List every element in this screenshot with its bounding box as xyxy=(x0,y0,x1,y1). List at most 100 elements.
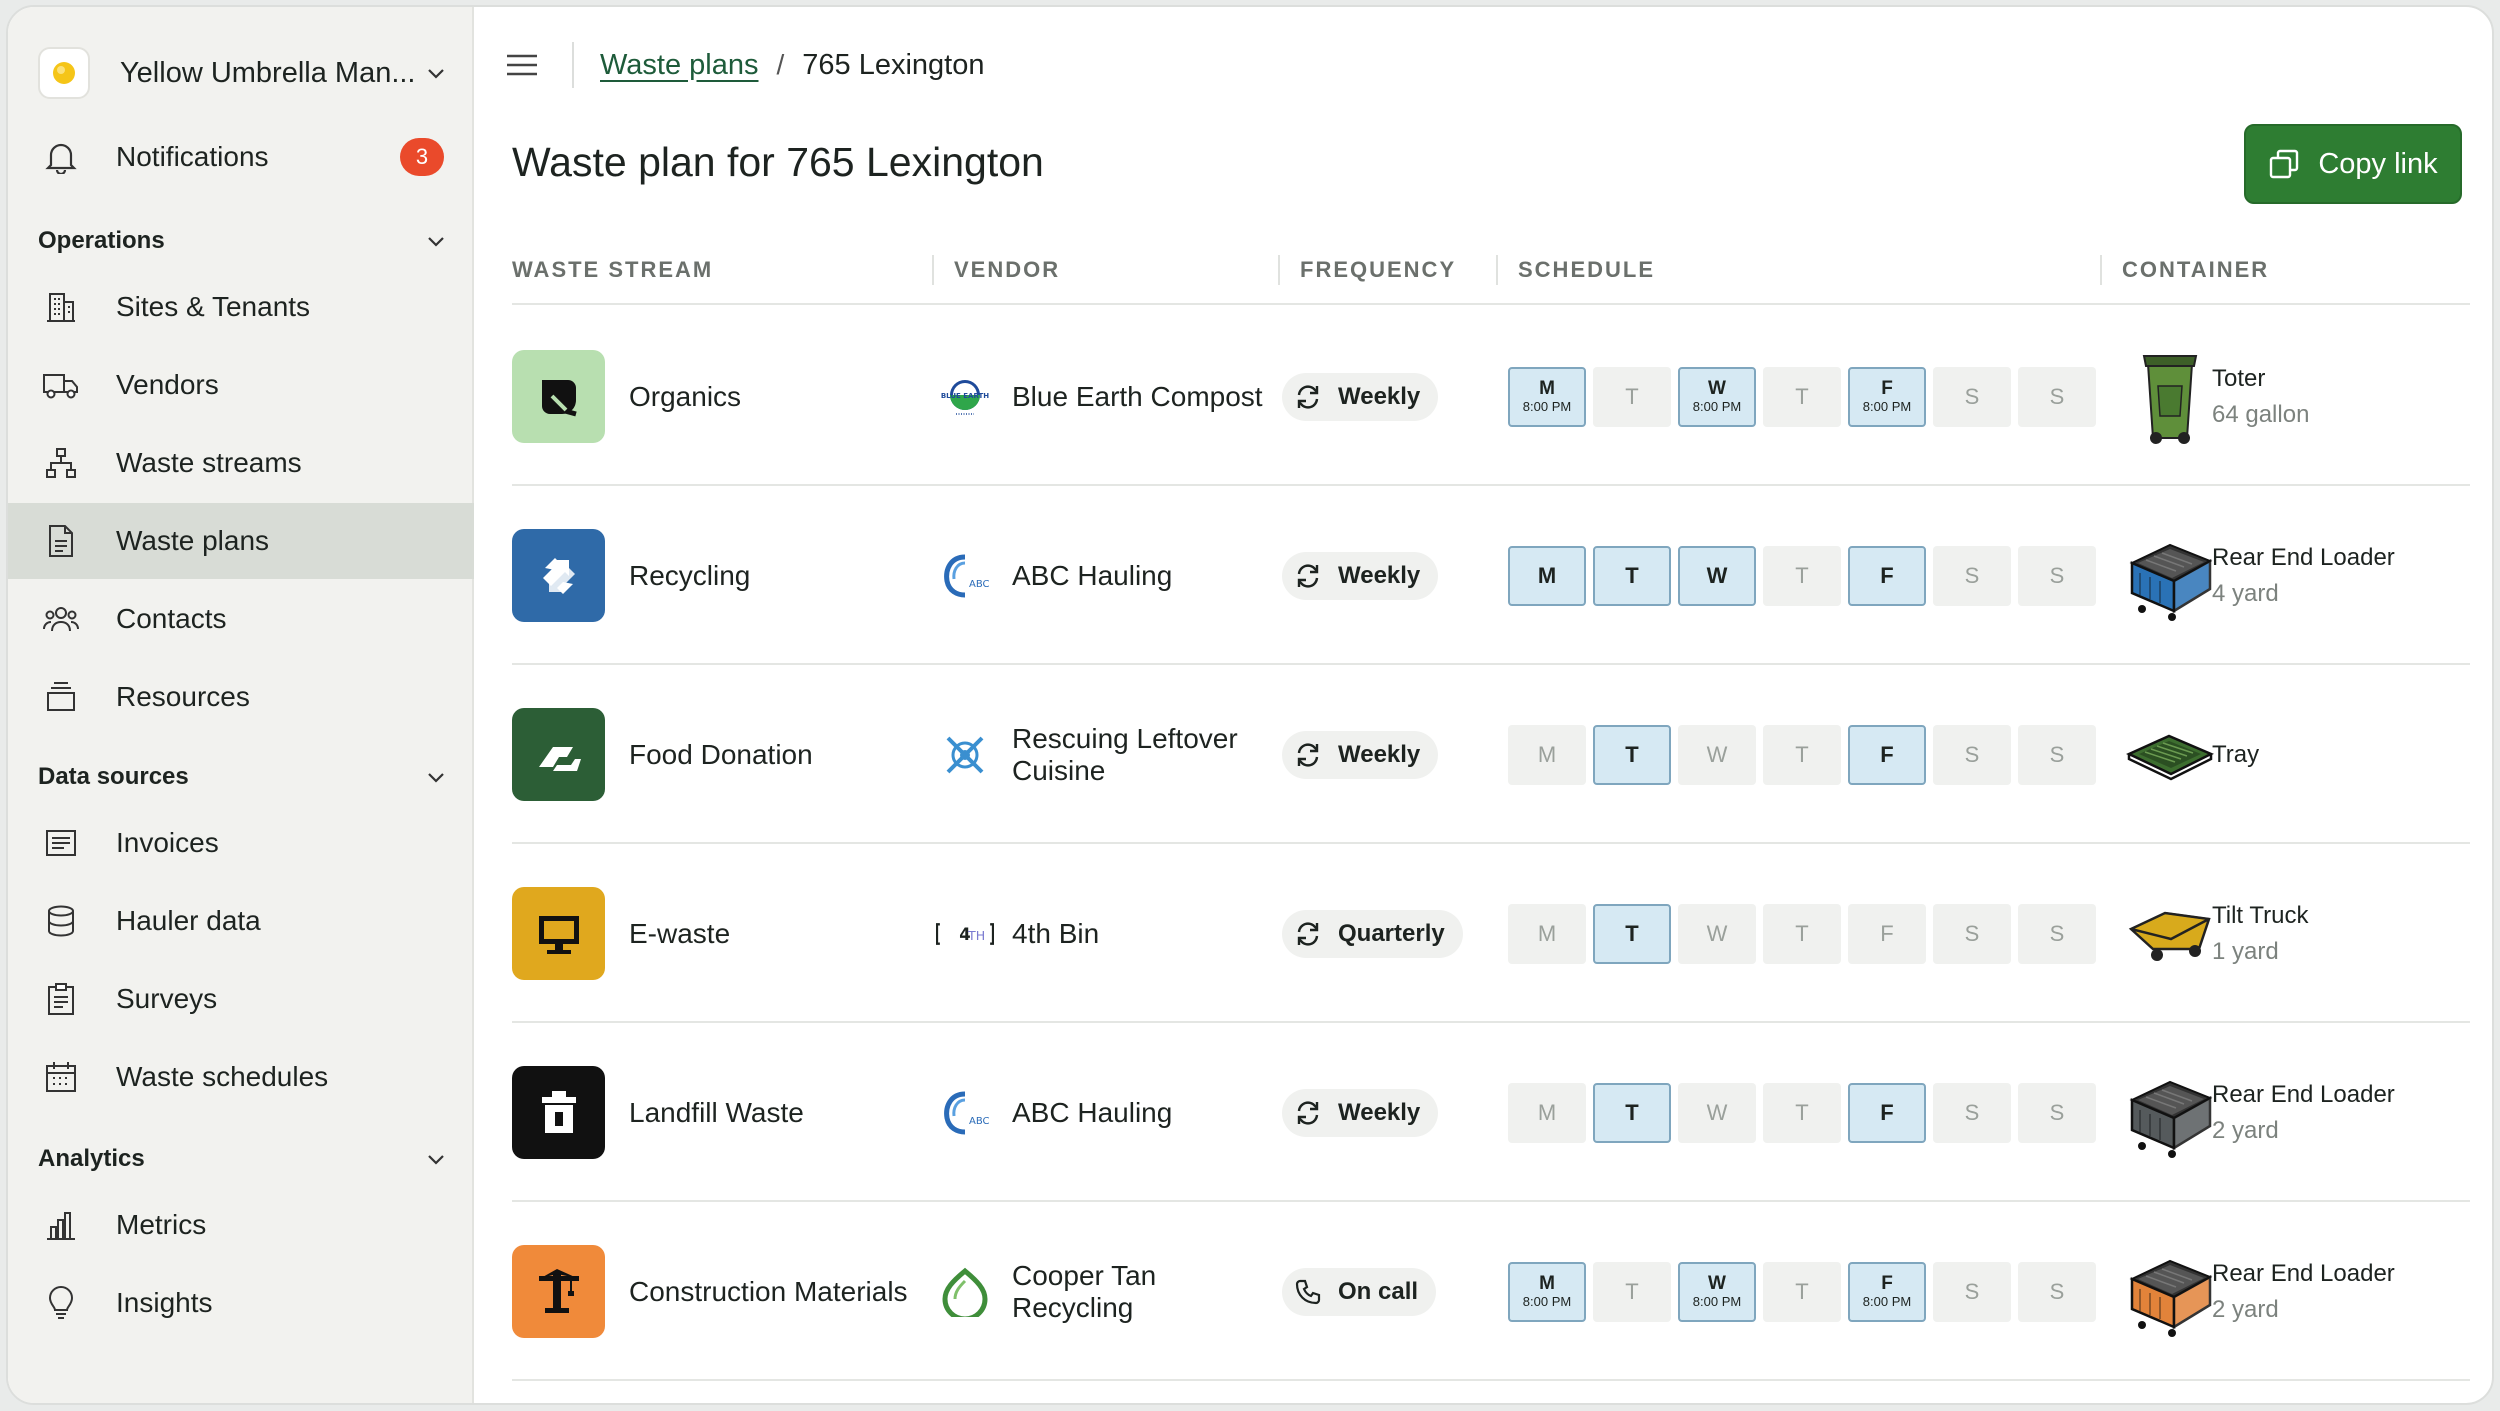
table-row[interactable]: Construction Materials Cooper Tan Recycli… xyxy=(512,1202,2470,1381)
table-row[interactable]: E-waste 4 TH 4th Bin Quarterly M T W T F S S Tilt Tr… xyxy=(512,844,2470,1023)
section-operations[interactable]: Operations xyxy=(38,221,448,261)
schedule-day[interactable]: S xyxy=(2018,904,2096,964)
breadcrumb-link-waste-plans[interactable]: Waste plans xyxy=(600,49,759,82)
schedule-day[interactable]: W 8:00 PM xyxy=(1678,367,1756,427)
waste-stream-name[interactable]: Construction Materials xyxy=(629,1202,908,1381)
schedule-day[interactable]: T xyxy=(1763,1262,1841,1322)
schedule-day[interactable]: S xyxy=(2018,367,2096,427)
schedule-day[interactable]: M 8:00 PM xyxy=(1508,367,1586,427)
schedule-day[interactable]: T xyxy=(1593,904,1671,964)
schedule-day[interactable]: T xyxy=(1593,1262,1671,1322)
org-switcher[interactable]: Yellow Umbrella Man... xyxy=(38,41,448,105)
frequency-pill[interactable]: Weekly xyxy=(1282,373,1439,421)
sidebar-item-waste-schedules[interactable]: Waste schedules xyxy=(8,1039,474,1115)
section-analytics[interactable]: Analytics xyxy=(38,1139,448,1179)
day-letter: F xyxy=(1880,742,1894,767)
schedule-day[interactable]: S xyxy=(1933,1262,2011,1322)
frequency-pill[interactable]: Weekly xyxy=(1282,552,1439,600)
sidebar-item-label: Insights xyxy=(116,1287,213,1318)
sidebar-item-vendors[interactable]: Vendors xyxy=(8,347,474,423)
sidebar-item-metrics[interactable]: Metrics xyxy=(8,1187,474,1263)
copy-link-button[interactable]: Copy link xyxy=(2244,124,2462,204)
container-info[interactable]: Rear End Loader 2 yard xyxy=(2212,1023,2395,1202)
schedule-day[interactable]: W xyxy=(1678,546,1756,606)
waste-stream-name[interactable]: Organics xyxy=(629,307,741,486)
vendor-name[interactable]: ABC Hauling xyxy=(1012,1023,1272,1202)
vendor-name[interactable]: Cooper Tan Recycling xyxy=(1012,1202,1272,1381)
container-info[interactable]: Tilt Truck 1 yard xyxy=(2212,844,2308,1023)
container-info[interactable]: Toter 64 gallon xyxy=(2212,307,2309,486)
frequency-pill[interactable]: Weekly xyxy=(1282,1089,1439,1137)
schedule-day[interactable]: M xyxy=(1508,546,1586,606)
schedule-day[interactable]: T xyxy=(1593,546,1671,606)
schedule-day[interactable]: T xyxy=(1763,1083,1841,1143)
schedule-day[interactable]: S xyxy=(2018,725,2096,785)
frequency-pill[interactable]: Weekly xyxy=(1282,731,1439,779)
schedule-day[interactable]: T xyxy=(1763,904,1841,964)
container-size: 2 yard xyxy=(2212,1116,2279,1144)
hierarchy-icon xyxy=(40,442,82,484)
frequency-pill[interactable]: Quarterly xyxy=(1282,910,1463,958)
schedule-day[interactable]: F xyxy=(1848,725,1926,785)
schedule-day[interactable]: T xyxy=(1593,725,1671,785)
table-row[interactable]: Organics BLUE EARTH Blue Earth Compost Week… xyxy=(512,307,2470,486)
container-info[interactable]: Rear End Loader 2 yard xyxy=(2212,1202,2395,1381)
waste-stream-name[interactable]: Recycling xyxy=(629,486,750,665)
waste-stream-name[interactable]: E-waste xyxy=(629,844,730,1023)
container-info[interactable]: Tray xyxy=(2212,665,2259,844)
table-row[interactable]: Recycling ABC ABC Hauling Weekly M T W T F S S Rear… xyxy=(512,486,2470,665)
vendor-name[interactable]: 4th Bin xyxy=(1012,844,1272,1023)
schedule-day[interactable]: S xyxy=(1933,904,2011,964)
sidebar-item-resources[interactable]: Resources xyxy=(8,659,474,735)
schedule-day[interactable]: S xyxy=(1933,1083,2011,1143)
sidebar-item-surveys[interactable]: Surveys xyxy=(8,961,474,1037)
frequency-pill[interactable]: On call xyxy=(1282,1268,1437,1316)
waste-stream-name[interactable]: Food Donation xyxy=(629,665,813,844)
sidebar-item-invoices[interactable]: Invoices xyxy=(8,805,474,881)
sidebar-item-contacts[interactable]: Contacts xyxy=(8,581,474,657)
table-row[interactable]: Food Donation Rescuing Leftover Cuisine We… xyxy=(512,665,2470,844)
schedule-day[interactable]: S xyxy=(1933,546,2011,606)
section-data-sources[interactable]: Data sources xyxy=(38,757,448,797)
schedule-day[interactable]: S xyxy=(1933,367,2011,427)
schedule-day[interactable]: S xyxy=(2018,1083,2096,1143)
hamburger-menu-icon[interactable] xyxy=(504,50,540,80)
table-row[interactable]: Landfill Waste ABC ABC Hauling Weekly M T W T F S… xyxy=(512,1023,2470,1202)
schedule-day[interactable]: W xyxy=(1678,725,1756,785)
schedule-day[interactable]: T xyxy=(1763,725,1841,785)
schedule-day[interactable]: T xyxy=(1763,546,1841,606)
schedule-day[interactable]: W xyxy=(1678,904,1756,964)
schedule-day[interactable]: T xyxy=(1593,1083,1671,1143)
schedule-day[interactable]: F xyxy=(1848,1083,1926,1143)
sidebar-item-waste-plans[interactable]: Waste plans xyxy=(8,503,474,579)
vendor-name[interactable]: Rescuing Leftover Cuisine xyxy=(1012,665,1272,844)
crane-icon xyxy=(512,1245,605,1338)
waste-stream-name[interactable]: Landfill Waste xyxy=(629,1023,804,1202)
sidebar-item-sites-tenants[interactable]: Sites & Tenants xyxy=(8,269,474,345)
sidebar-item-waste-streams[interactable]: Waste streams xyxy=(8,425,474,501)
schedule-day[interactable]: M xyxy=(1508,1083,1586,1143)
schedule-day[interactable]: M 8:00 PM xyxy=(1508,1262,1586,1322)
sidebar-item-label: Metrics xyxy=(116,1209,207,1240)
container-info[interactable]: Rear End Loader 4 yard xyxy=(2212,486,2395,665)
schedule-day[interactable]: F xyxy=(1848,904,1926,964)
schedule-day[interactable]: F 8:00 PM xyxy=(1848,1262,1926,1322)
vendor-name[interactable]: ABC Hauling xyxy=(1012,486,1272,665)
schedule-day[interactable]: S xyxy=(2018,546,2096,606)
schedule-day[interactable]: M xyxy=(1508,725,1586,785)
schedule-day[interactable]: F xyxy=(1848,546,1926,606)
schedule-day[interactable]: W xyxy=(1678,1083,1756,1143)
sidebar-item-notifications[interactable]: Notifications 3 xyxy=(8,119,474,195)
schedule-day[interactable]: T xyxy=(1593,367,1671,427)
day-time: 8:00 PM xyxy=(1862,1294,1912,1309)
schedule-day[interactable]: S xyxy=(2018,1262,2096,1322)
sidebar-item-hauler-data[interactable]: Hauler data xyxy=(8,883,474,959)
day-letter: T xyxy=(1795,384,1809,409)
schedule-day[interactable]: F 8:00 PM xyxy=(1848,367,1926,427)
schedule-day[interactable]: W 8:00 PM xyxy=(1678,1262,1756,1322)
sidebar-item-insights[interactable]: Insights xyxy=(8,1265,474,1341)
vendor-name[interactable]: Blue Earth Compost xyxy=(1012,307,1272,486)
schedule-day[interactable]: M xyxy=(1508,904,1586,964)
schedule-day[interactable]: S xyxy=(1933,725,2011,785)
schedule-day[interactable]: T xyxy=(1763,367,1841,427)
